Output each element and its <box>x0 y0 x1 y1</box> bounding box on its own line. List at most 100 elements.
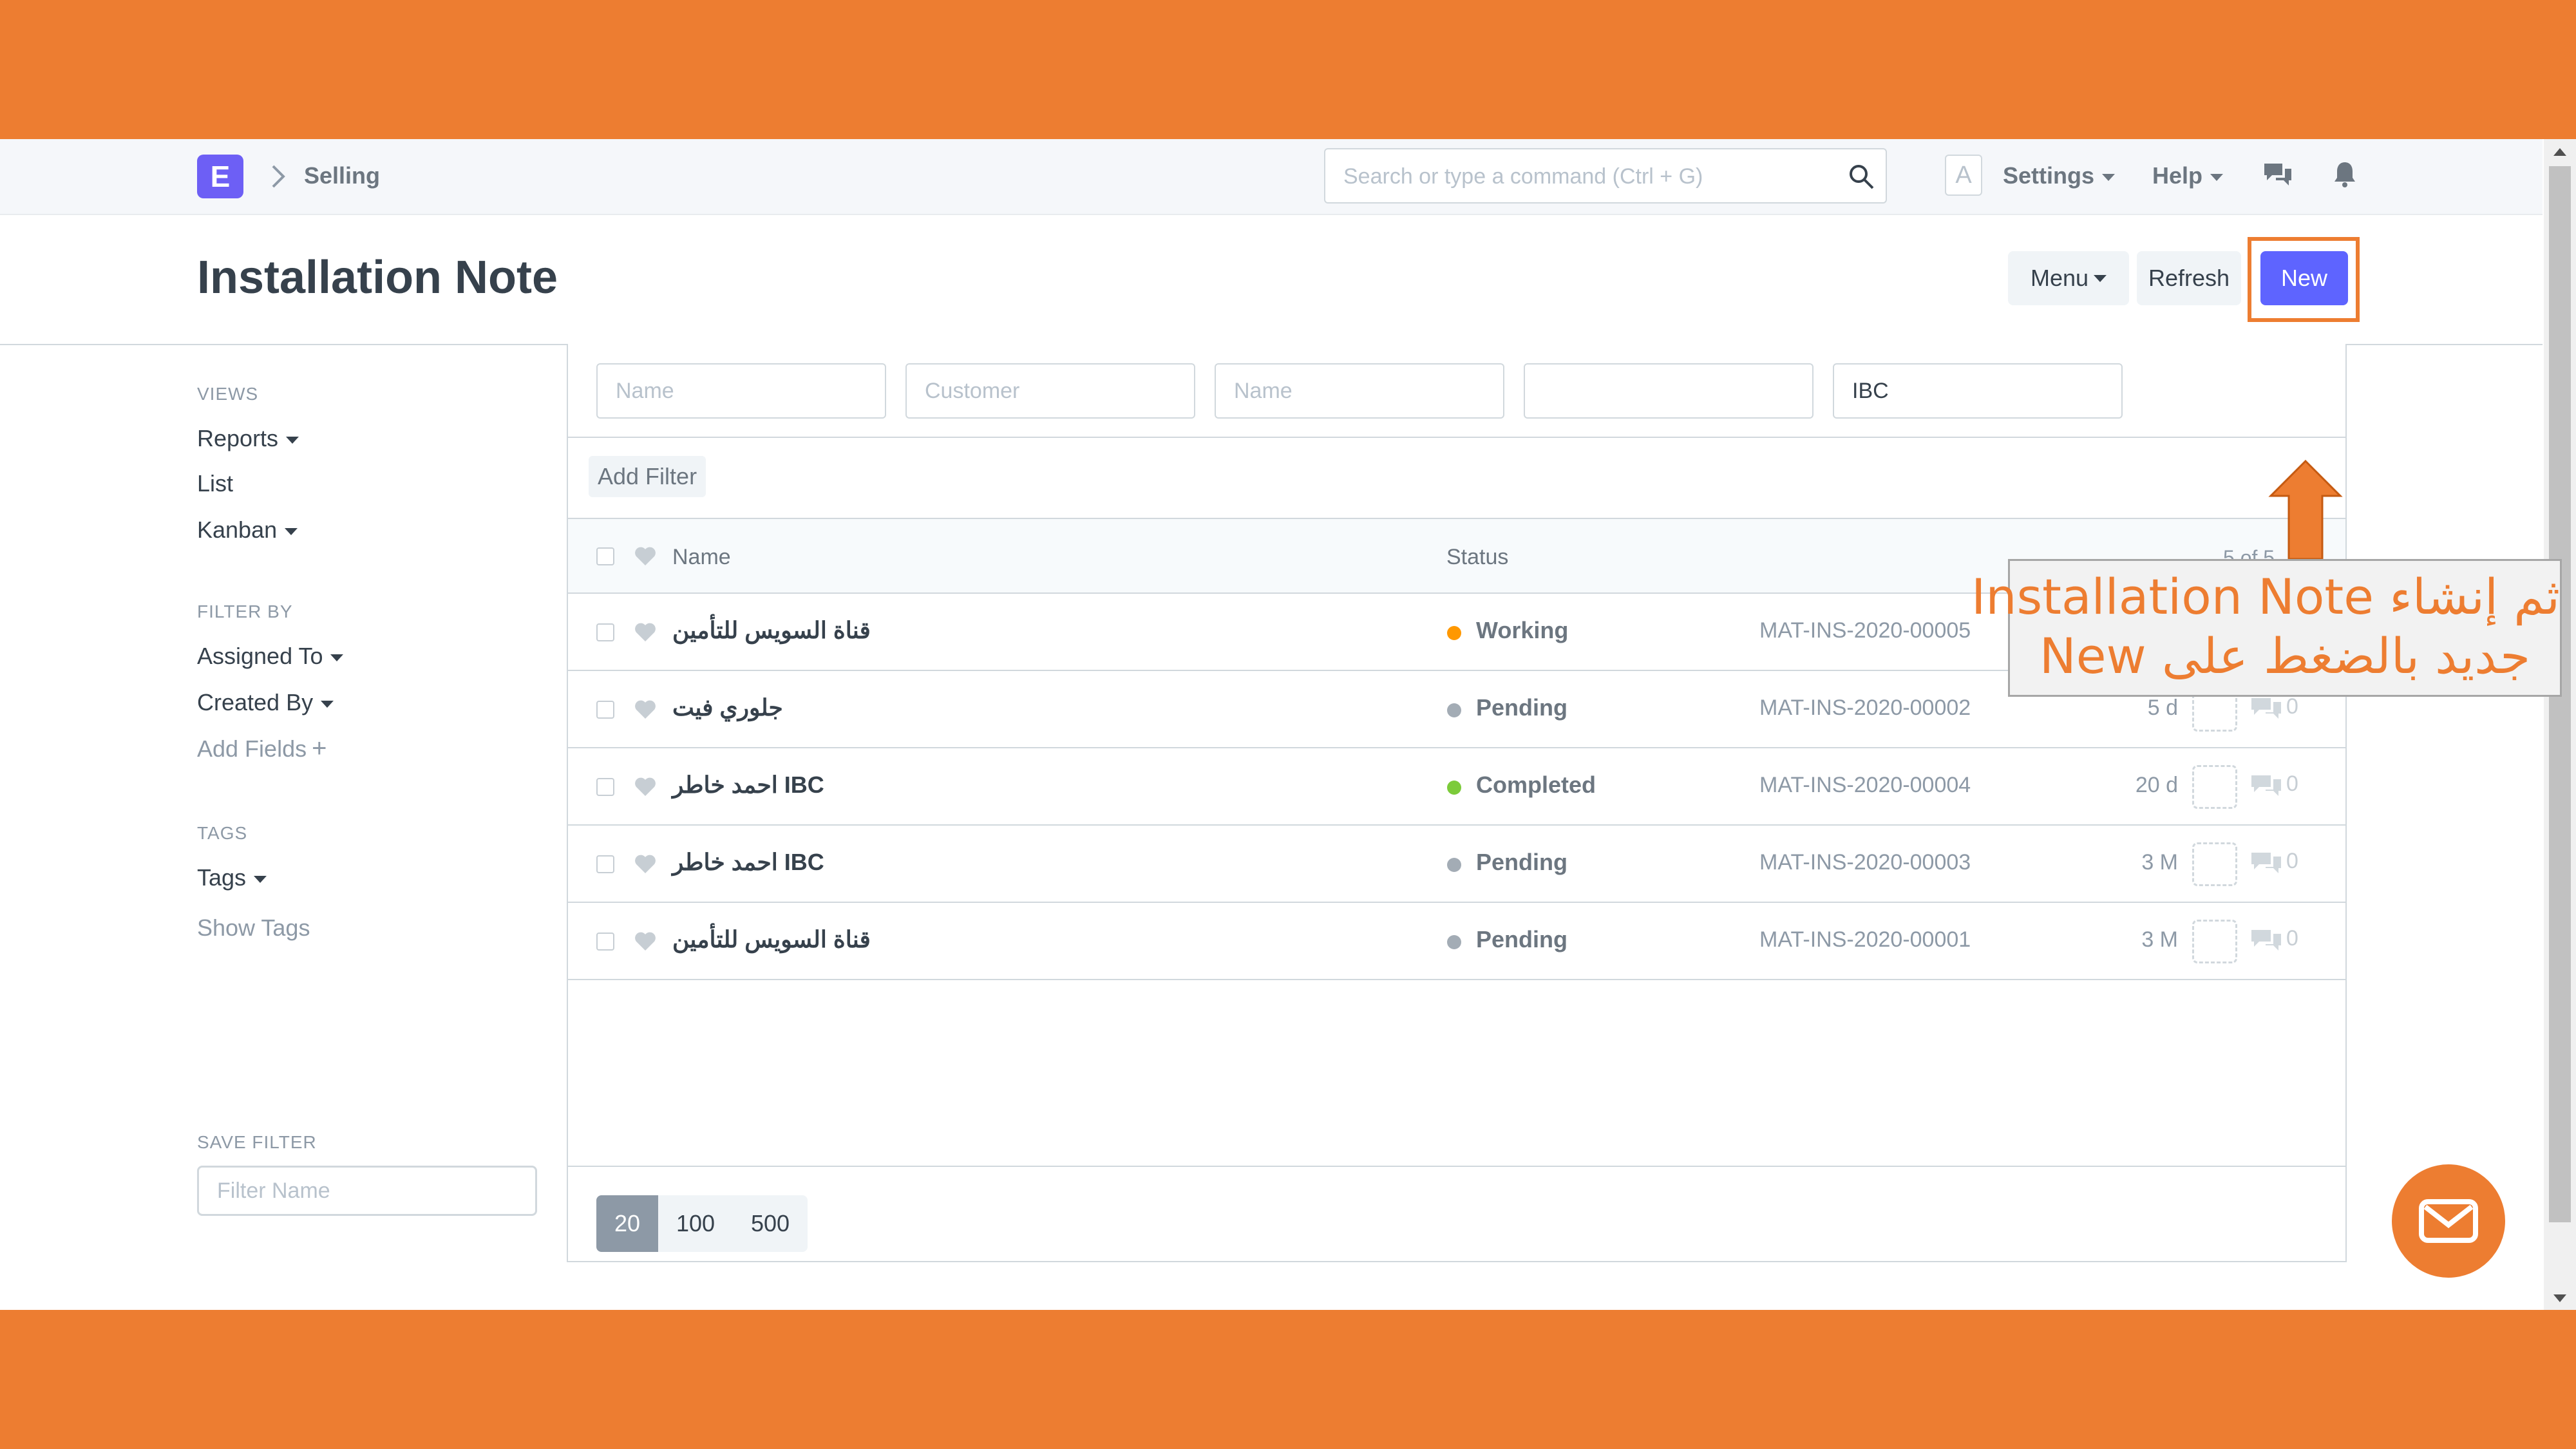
heart-icon[interactable] <box>632 929 658 954</box>
caret-down-icon <box>2102 173 2116 181</box>
row-checkbox[interactable] <box>596 623 614 641</box>
page-length-500-button[interactable]: 500 <box>733 1195 808 1252</box>
bell-icon[interactable] <box>2329 158 2361 191</box>
sidebar-item-tags[interactable]: Tags <box>197 864 267 891</box>
heart-icon[interactable] <box>632 851 658 877</box>
sidebar-item-reports[interactable]: Reports <box>197 425 299 452</box>
name-filter-input[interactable] <box>596 363 886 419</box>
page-length-100-button[interactable]: 100 <box>658 1195 733 1252</box>
blank-filter-input[interactable] <box>1524 363 1814 419</box>
row-name-link[interactable]: قناة السويس للتأمين <box>672 617 871 644</box>
comment-icon <box>2251 853 2281 873</box>
sidebar-show-tags[interactable]: Show Tags <box>197 914 310 942</box>
add-filter-button[interactable]: Add Filter <box>589 456 706 497</box>
sidebar-item-created-by[interactable]: Created By <box>197 689 334 716</box>
row-status[interactable]: Pending <box>1476 849 1567 876</box>
row-id: MAT-INS-2020-00002 <box>1759 696 2017 721</box>
heart-icon[interactable] <box>632 544 658 569</box>
status-indicator-dot <box>1447 781 1461 795</box>
row-name-link[interactable]: قناة السويس للتأمين <box>672 926 871 953</box>
row-status[interactable]: Pending <box>1476 694 1567 721</box>
caret-down-icon <box>254 875 267 883</box>
app-logo[interactable]: E <box>197 155 243 198</box>
sidebar-item-assigned-to[interactable]: Assigned To <box>197 643 344 670</box>
list-row[interactable]: قناة السويس للتأمين Pending MAT-INS-2020… <box>568 903 2345 980</box>
column-header-name[interactable]: Name <box>672 545 731 570</box>
status-indicator-dot <box>1447 858 1461 872</box>
row-id-text: MAT-INS-2020-00001 <box>1759 927 1971 952</box>
row-name-link[interactable]: احمد خاطر IBC <box>672 772 824 799</box>
page-length-selector: 20 100 500 <box>596 1195 808 1252</box>
comment-icon <box>2251 775 2281 796</box>
row-id: MAT-INS-2020-00003 <box>1759 850 2017 875</box>
comment-count: 0 <box>2286 926 2298 951</box>
chat-fab-button[interactable] <box>2392 1164 2505 1278</box>
row-checkbox[interactable] <box>596 933 614 951</box>
divider <box>568 437 2345 438</box>
ibc-filter-input[interactable] <box>1833 363 2123 419</box>
awesome-bar[interactable] <box>1324 148 1887 204</box>
search-input[interactable] <box>1342 161 1834 192</box>
select-all-checkbox[interactable] <box>596 547 614 565</box>
user-avatar[interactable]: A <box>1945 155 1982 196</box>
new-button-highlight <box>2248 237 2360 322</box>
assignee-avatar-placeholder[interactable] <box>2192 920 2237 963</box>
scroll-up-arrow-icon[interactable] <box>2553 148 2566 156</box>
callout-line-2: جديد بالضغط على New <box>2039 627 2531 685</box>
caret-down-icon <box>321 700 334 708</box>
row-checkbox[interactable] <box>596 701 614 719</box>
comment-count: 0 <box>2286 849 2298 873</box>
search-icon <box>1850 165 1874 189</box>
sidebar-item-label: Assigned To <box>197 643 323 669</box>
list-row[interactable]: احمد خاطر IBC Completed MAT-INS-2020-000… <box>568 748 2345 826</box>
comment-icon <box>2251 698 2281 719</box>
heart-icon[interactable] <box>632 620 658 645</box>
row-name-link[interactable]: احمد خاطر IBC <box>672 849 824 876</box>
save-filter-heading: SAVE FILTER <box>197 1132 317 1152</box>
row-modified: 3 M <box>2141 927 2178 952</box>
tags-heading: TAGS <box>197 823 248 843</box>
heart-icon[interactable] <box>632 774 658 800</box>
chat-bubbles-icon[interactable] <box>2262 158 2294 191</box>
settings-dropdown[interactable]: Settings <box>2003 162 2116 189</box>
row-id: MAT-INS-2020-00001 <box>1759 927 2017 952</box>
heart-icon[interactable] <box>632 697 658 723</box>
assignee-avatar-placeholder[interactable] <box>2192 765 2237 809</box>
row-id-text: MAT-INS-2020-00005 <box>1759 618 1971 643</box>
page-head: Installation Note Menu Refresh New <box>0 215 2543 345</box>
refresh-button[interactable]: Refresh <box>2137 251 2241 305</box>
column-header-status: Status <box>1446 545 1509 569</box>
vertical-scrollbar[interactable] <box>2544 139 2576 1310</box>
caret-down-icon <box>286 436 299 444</box>
help-label: Help <box>2152 162 2203 189</box>
row-checkbox[interactable] <box>596 778 614 796</box>
filter-by-heading: FILTER BY <box>197 601 293 621</box>
scroll-down-arrow-icon[interactable] <box>2553 1294 2566 1302</box>
status-indicator-dot <box>1447 935 1461 949</box>
sidebar-item-kanban[interactable]: Kanban <box>197 516 298 544</box>
list-panel: Add Filter Name Status 5 of 5 قناة السوي… <box>567 344 2347 1262</box>
row-checkbox[interactable] <box>596 855 614 873</box>
erp-app-window: E Selling A Settings Help Installation N… <box>0 139 2576 1310</box>
sidebar-item-label: Created By <box>197 689 314 715</box>
row-name-link[interactable]: جلوري فيت <box>672 694 783 721</box>
up-arrow-annotation-icon <box>2268 459 2343 560</box>
caret-down-icon <box>330 654 344 661</box>
breadcrumb-selling[interactable]: Selling <box>304 162 380 189</box>
filter-name-input[interactable] <box>197 1166 537 1216</box>
page-title: Installation Note <box>197 252 558 303</box>
divider <box>568 1166 2345 1167</box>
row-status[interactable]: Pending <box>1476 926 1567 953</box>
sidebar-item-list[interactable]: List <box>197 470 233 497</box>
list-row[interactable]: احمد خاطر IBC Pending MAT-INS-2020-00003… <box>568 826 2345 903</box>
sidebar-item-label: Reports <box>197 425 279 451</box>
name-filter-input-2[interactable] <box>1215 363 1504 419</box>
row-status[interactable]: Completed <box>1476 772 1596 799</box>
page-length-20-button[interactable]: 20 <box>596 1195 658 1252</box>
assignee-avatar-placeholder[interactable] <box>2192 842 2237 886</box>
row-status[interactable]: Working <box>1476 617 1568 644</box>
help-dropdown[interactable]: Help <box>2152 162 2224 189</box>
sidebar-add-fields[interactable]: Add Fields + <box>197 734 327 763</box>
customer-filter-input[interactable] <box>905 363 1195 419</box>
menu-button[interactable]: Menu <box>2008 251 2129 305</box>
